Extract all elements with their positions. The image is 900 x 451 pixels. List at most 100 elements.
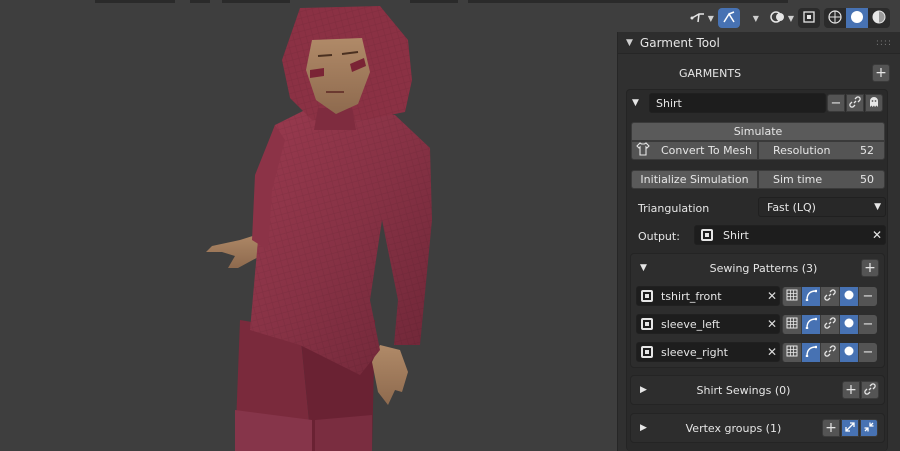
object-icon bbox=[641, 318, 653, 330]
pattern-name: tshirt_front bbox=[661, 289, 722, 303]
object-icon bbox=[641, 290, 653, 302]
minus-icon: − bbox=[862, 288, 874, 304]
sewing-patterns-header[interactable]: ▼ Sewing Patterns (3) bbox=[640, 257, 880, 279]
link-button[interactable] bbox=[820, 286, 839, 306]
solid-shading-icon bbox=[850, 10, 864, 27]
link-button[interactable] bbox=[820, 342, 839, 362]
simulate-button[interactable]: Simulate bbox=[631, 122, 885, 141]
pattern-object-field[interactable]: sleeve_right ✕ bbox=[636, 342, 780, 362]
resolution-label: Resolution bbox=[773, 144, 831, 157]
link-sewing-button[interactable] bbox=[861, 381, 879, 399]
grid-button[interactable] bbox=[782, 314, 801, 334]
add-sewing-button[interactable]: + bbox=[842, 381, 860, 399]
output-value: Shirt bbox=[723, 228, 749, 242]
list-item: sleeve_right ✕ − bbox=[636, 342, 881, 362]
remove-pattern-button[interactable]: − bbox=[858, 314, 877, 334]
garment-name-field[interactable]: Shirt bbox=[649, 93, 826, 113]
link-button[interactable] bbox=[820, 314, 839, 334]
grid-button[interactable] bbox=[782, 286, 801, 306]
add-pattern-button[interactable]: + bbox=[861, 259, 879, 277]
ghost-button[interactable] bbox=[865, 94, 883, 112]
list-item: sleeve_left ✕ − bbox=[636, 314, 881, 334]
overlay-dropdown[interactable]: ▼ bbox=[770, 8, 794, 28]
minus-icon: − bbox=[862, 344, 874, 360]
chevron-down-icon[interactable]: ▼ bbox=[632, 98, 639, 108]
pattern-object-field[interactable]: tshirt_front ✕ bbox=[636, 286, 780, 306]
add-vertex-group-button[interactable]: + bbox=[822, 419, 840, 437]
curve-button[interactable] bbox=[801, 286, 820, 306]
material-shading-icon bbox=[872, 10, 886, 27]
close-icon[interactable]: ✕ bbox=[869, 228, 885, 242]
plus-icon: + bbox=[845, 382, 857, 398]
panel-title: Garment Tool bbox=[639, 35, 720, 50]
shirt-sewings-header[interactable]: ▶ Shirt Sewings (0) bbox=[640, 379, 840, 401]
pattern-object-field[interactable]: sleeve_left ✕ bbox=[636, 314, 780, 334]
circle-icon bbox=[843, 289, 855, 304]
shading-mode-group bbox=[824, 8, 890, 28]
character-model bbox=[206, 6, 432, 451]
chevron-down-icon: ▼ bbox=[626, 37, 633, 48]
sewing-patterns-label: Sewing Patterns (3) bbox=[709, 261, 818, 275]
wireframe-shading-button[interactable] bbox=[824, 8, 846, 28]
minus-icon: − bbox=[830, 95, 842, 111]
gizmo-options-dropdown[interactable]: ▼ bbox=[744, 8, 766, 28]
gizmo-dropdown[interactable]: ▼ bbox=[690, 8, 714, 28]
expand-vertex-group-button[interactable] bbox=[841, 419, 859, 437]
gizmo-toggle-button[interactable] bbox=[717, 8, 740, 28]
chevron-down-icon: ▼ bbox=[787, 13, 794, 23]
resolution-field[interactable]: Resolution 52 bbox=[758, 141, 885, 160]
circle-icon bbox=[843, 345, 855, 360]
toggle-button[interactable] bbox=[839, 286, 858, 306]
grid-icon bbox=[786, 289, 798, 304]
add-garment-button[interactable]: + bbox=[872, 64, 890, 82]
curve-icon bbox=[805, 345, 818, 360]
convert-label: Convert To Mesh bbox=[661, 144, 753, 157]
chevron-down-icon: ▼ bbox=[707, 13, 714, 23]
triangulation-label: Triangulation bbox=[638, 201, 710, 215]
initialize-simulation-button[interactable]: Initialize Simulation bbox=[631, 170, 758, 189]
convert-to-mesh-button[interactable]: Convert To Mesh bbox=[631, 141, 758, 160]
material-shading-button[interactable] bbox=[868, 8, 890, 28]
remove-garment-button[interactable]: − bbox=[827, 94, 845, 112]
garments-label: GARMENTS bbox=[679, 66, 742, 80]
link-icon bbox=[849, 95, 861, 111]
output-object-field[interactable]: Shirt ✕ bbox=[694, 225, 886, 245]
triangulation-row: Triangulation bbox=[638, 198, 709, 218]
close-icon[interactable]: ✕ bbox=[765, 289, 779, 303]
plus-icon: + bbox=[875, 65, 887, 81]
vertex-groups-label: Vertex groups (1) bbox=[685, 421, 782, 435]
list-item: tshirt_front ✕ − bbox=[636, 286, 881, 306]
solid-shading-button[interactable] bbox=[846, 8, 868, 28]
curve-button[interactable] bbox=[801, 314, 820, 334]
sim-time-field[interactable]: Sim time 50 bbox=[758, 170, 885, 189]
xray-button[interactable] bbox=[798, 8, 820, 28]
chevron-right-icon: ▶ bbox=[640, 423, 647, 433]
shirt-icon bbox=[636, 142, 650, 159]
panel-header[interactable]: ▼ Garment Tool :::: bbox=[618, 32, 900, 54]
toggle-button[interactable] bbox=[839, 314, 858, 334]
curve-icon bbox=[805, 317, 818, 332]
remove-pattern-button[interactable]: − bbox=[858, 342, 877, 362]
chevron-right-icon: ▶ bbox=[640, 385, 647, 395]
close-icon[interactable]: ✕ bbox=[765, 345, 779, 359]
minus-icon: − bbox=[862, 316, 874, 332]
shrink-vertex-group-button[interactable] bbox=[860, 419, 878, 437]
close-icon[interactable]: ✕ bbox=[765, 317, 779, 331]
curve-icon bbox=[805, 289, 818, 304]
output-row: Output: bbox=[638, 226, 680, 246]
triangulation-select[interactable]: Fast (LQ) ▼ bbox=[758, 197, 886, 217]
plus-icon: + bbox=[825, 420, 837, 436]
grid-icon bbox=[786, 345, 798, 360]
xray-icon bbox=[802, 10, 816, 27]
link-garment-button[interactable] bbox=[846, 94, 864, 112]
toggle-button[interactable] bbox=[839, 342, 858, 362]
drag-handle-icon[interactable]: :::: bbox=[876, 38, 892, 48]
simulate-label: Simulate bbox=[733, 125, 783, 138]
viewport-header-tools: ▼ ▼ ▼ bbox=[690, 8, 890, 28]
gizmo-icon bbox=[690, 10, 706, 27]
grid-button[interactable] bbox=[782, 342, 801, 362]
sim-time-label: Sim time bbox=[773, 173, 823, 186]
curve-button[interactable] bbox=[801, 342, 820, 362]
vertex-groups-header[interactable]: ▶ Vertex groups (1) bbox=[640, 417, 820, 439]
remove-pattern-button[interactable]: − bbox=[858, 286, 877, 306]
